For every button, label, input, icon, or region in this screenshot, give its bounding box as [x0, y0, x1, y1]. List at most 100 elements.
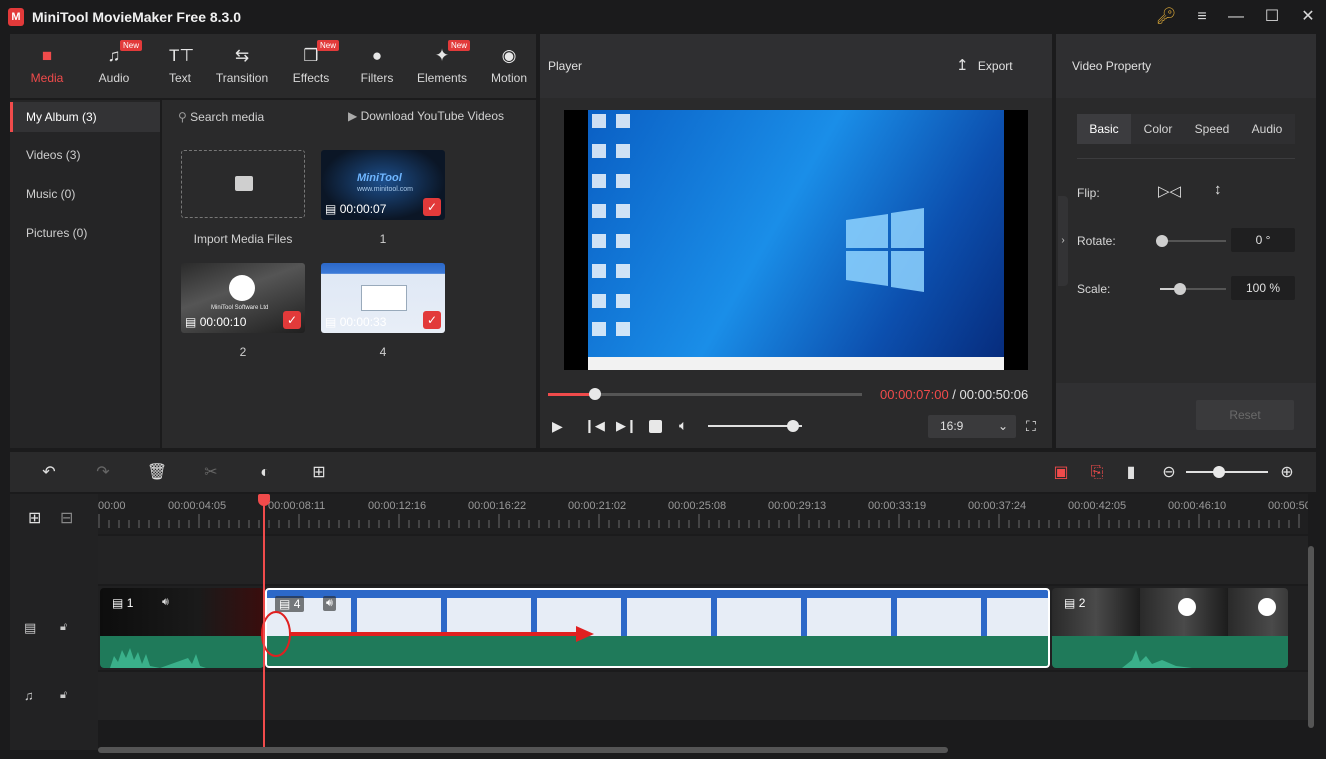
reset-button[interactable]: Reset [1196, 400, 1294, 430]
rotate-value[interactable]: 0 ° [1231, 228, 1295, 252]
check-icon[interactable]: ✓ [423, 311, 441, 329]
playhead-handle[interactable] [258, 494, 270, 506]
export-icon: ↥ [956, 57, 969, 74]
logo-circle-icon [1258, 598, 1276, 616]
volume-slider[interactable] [708, 420, 802, 432]
lock-icon[interactable]: 🔓︎ [60, 621, 67, 634]
next-frame-button[interactable]: ▶❙ [616, 418, 637, 434]
timeline-clip-1[interactable]: ▤ 1 🔊︎ [100, 588, 264, 668]
fullscreen-icon[interactable]: ⛶ [1026, 418, 1036, 435]
tab-text[interactable]: T⊤ Text [148, 42, 212, 92]
zoom-out-icon[interactable]: ⊖ [1158, 462, 1180, 484]
tab-audio-property[interactable]: Audio [1239, 114, 1295, 144]
minimize-button[interactable]: — [1222, 6, 1250, 28]
sidebar-item-videos[interactable]: Videos (3) [10, 140, 160, 170]
flip-horizontal-icon[interactable]: ▷◁ [1158, 182, 1181, 200]
timeline-clip-2[interactable]: ▤ 2 [1052, 588, 1288, 668]
redo-icon[interactable]: ↷ [92, 462, 114, 484]
zoom-in-icon[interactable]: ⊕ [1276, 462, 1298, 484]
tab-speed[interactable]: Speed [1185, 114, 1239, 144]
tab-elements[interactable]: ✦ New Elements [410, 40, 474, 92]
flip-vertical-icon[interactable]: ↕ [1214, 181, 1222, 198]
thumb-company-text: MiniTool Software Ltd [211, 305, 269, 311]
rotate-handle[interactable] [1156, 235, 1168, 247]
crop-icon[interactable]: ⊞ [308, 462, 330, 484]
vertical-scrollbar[interactable] [1308, 546, 1314, 728]
download-youtube-button[interactable]: ▶ Download YouTube Videos [348, 109, 504, 123]
tab-effects[interactable]: ❒ New Effects [279, 40, 343, 92]
rotate-label: Rotate: [1077, 234, 1116, 248]
import-media-button[interactable] [181, 150, 305, 218]
speed-gauge-icon[interactable]: ◐ [254, 462, 276, 484]
lock-icon[interactable]: 🔓︎ [60, 689, 67, 702]
delete-icon[interactable]: 🗑︎ [146, 462, 168, 484]
playhead[interactable] [263, 494, 265, 750]
export-button[interactable]: ↥ Export [956, 56, 1013, 74]
hamburger-icon[interactable]: ≡ [1188, 6, 1216, 28]
play-button[interactable]: ▶ [552, 418, 563, 435]
transition-icon: ⇆ [234, 46, 250, 65]
key-icon[interactable]: 🔑︎ [1152, 6, 1180, 28]
speaker-icon[interactable]: 🔈︎ [679, 417, 687, 434]
logo-circle-icon [229, 275, 255, 301]
undo-icon[interactable]: ↶ [38, 462, 60, 484]
tab-motion[interactable]: ◉ Motion [477, 42, 541, 92]
sidebar-item-my-album[interactable]: My Album (3) [10, 102, 160, 132]
stop-button[interactable] [649, 420, 662, 433]
clip-audio-waveform [100, 636, 264, 668]
horizontal-scrollbar[interactable] [98, 747, 948, 753]
progress-fill [548, 393, 596, 396]
check-icon[interactable]: ✓ [283, 311, 301, 329]
music-track [98, 672, 1308, 720]
total-time: 00:00:50:06 [959, 387, 1029, 402]
app-logo: M [8, 8, 24, 26]
progress-handle[interactable] [589, 388, 602, 400]
media-thumb-2[interactable]: MiniTool Software Ltd ▤ 00:00:10 ✓ [181, 263, 305, 333]
remove-track-icon[interactable]: ⊟ [60, 508, 73, 528]
check-icon[interactable]: ✓ [423, 198, 441, 216]
aspect-ratio-value: 16:9 [940, 419, 964, 433]
fit-timeline-icon[interactable]: ▮ [1120, 462, 1142, 484]
split-scissors-icon[interactable]: ✂ [200, 462, 222, 484]
tab-basic[interactable]: Basic [1077, 114, 1131, 144]
close-button[interactable]: ✕ [1294, 6, 1322, 28]
zoom-slider[interactable] [1186, 466, 1268, 478]
thumb-duration: ▤ 00:00:07 [325, 202, 387, 216]
film-icon: ▤ [1064, 596, 1076, 610]
aspect-ratio-select[interactable]: 16:9 ⌄ [928, 415, 1016, 438]
rotate-slider[interactable] [1156, 235, 1226, 247]
media-thumb-4[interactable]: ▤ 00:00:33 ✓ [321, 263, 445, 333]
add-track-icon[interactable]: ⊞ [28, 508, 41, 528]
maximize-button[interactable]: ☐ [1258, 6, 1286, 28]
previous-frame-button[interactable]: ❙◀ [584, 418, 605, 434]
youtube-icon: ▶ [348, 109, 358, 123]
progress-track[interactable] [548, 388, 862, 400]
search-media[interactable]: ⚲ Search media [178, 110, 264, 124]
scale-handle[interactable] [1173, 283, 1186, 295]
flip-label: Flip: [1077, 186, 1100, 200]
timeline-ruler[interactable]: 00:00 00:00:04:05 00:00:08:11 00:00:12:1… [98, 494, 1308, 534]
tab-transition[interactable]: ⇆ Transition [210, 42, 274, 92]
scale-label: Scale: [1077, 282, 1111, 296]
divider [1077, 158, 1295, 159]
thumb-url-text: www.minitool.com [357, 186, 414, 193]
tab-audio[interactable]: ♫ New Audio [82, 40, 146, 92]
snap-icon[interactable]: ▣ [1050, 462, 1072, 484]
volume-handle[interactable] [786, 420, 799, 432]
waveform [1122, 650, 1192, 668]
scale-slider[interactable] [1160, 283, 1226, 295]
import-media-label: Import Media Files [193, 232, 293, 246]
zoom-handle[interactable] [1212, 466, 1225, 478]
export-label: Export [977, 59, 1013, 73]
tab-media[interactable]: ■ Media [15, 42, 79, 92]
sidebar-item-music[interactable]: Music (0) [10, 179, 160, 209]
thumb-duration: ▤ 00:00:10 [185, 315, 247, 329]
tab-color[interactable]: Color [1131, 114, 1185, 144]
split-marker-icon[interactable]: ⎘ [1086, 462, 1108, 484]
new-badge: New [448, 40, 471, 51]
tab-filters[interactable]: ● Filters [345, 42, 409, 92]
media-thumb-1[interactable]: MiniTool www.minitool.com ▤ 00:00:07 ✓ [321, 150, 445, 220]
scale-value[interactable]: 100 % [1231, 276, 1295, 300]
sidebar-item-pictures[interactable]: Pictures (0) [10, 218, 160, 248]
collapse-panel-button[interactable]: › [1058, 196, 1068, 286]
